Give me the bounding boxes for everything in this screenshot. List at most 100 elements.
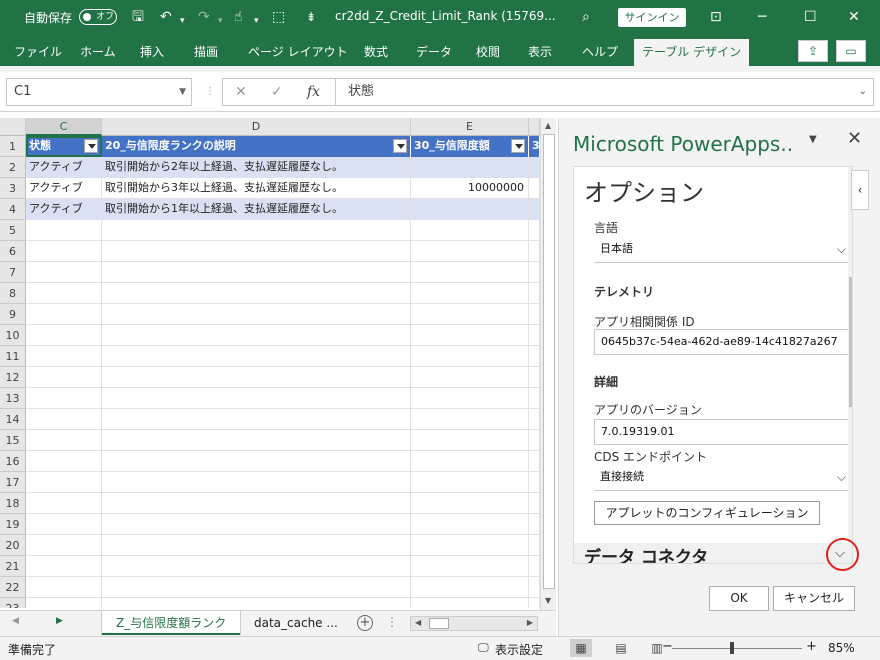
empty-cell[interactable] [102,535,411,556]
empty-cell[interactable] [411,493,529,514]
applet-config-button[interactable]: アプレットのコンフィギュレーション [594,501,820,525]
empty-cell[interactable] [411,535,529,556]
table-cell[interactable] [529,199,540,220]
empty-cell[interactable] [411,220,529,241]
touch-mode-icon[interactable]: ☝ [234,8,243,26]
row-header[interactable]: 21 [0,556,26,577]
empty-cell[interactable] [411,430,529,451]
ribbon-display-icon[interactable]: ⊡ [710,8,722,26]
empty-cell[interactable] [102,283,411,304]
table-cell[interactable]: アクティブ [26,178,102,199]
correlation-id-field[interactable]: 0645b37c-54ea-462d-ae89-14c41827a267 [594,329,852,355]
empty-cell[interactable] [102,556,411,577]
name-box-dropdown-icon[interactable]: ▼ [179,79,186,105]
cancel-entry-icon[interactable]: ✕ [235,84,247,100]
empty-cell[interactable] [26,283,102,304]
empty-cell[interactable] [26,220,102,241]
options-scrollbar[interactable]: ⌃ ⌄ [848,167,852,563]
confirm-entry-icon[interactable]: ✓ [271,84,283,100]
empty-cell[interactable] [26,388,102,409]
empty-cell[interactable] [102,472,411,493]
prev-sheet-icon[interactable]: ◀ [12,616,19,626]
display-settings-icon[interactable]: 🖵 [478,641,489,655]
table-header-cell[interactable]: 3 [529,136,540,157]
cds-endpoint-select[interactable]: 直接接続 ⌵ [594,465,852,491]
display-settings[interactable]: 表示設定 [495,641,543,658]
undo-icon[interactable]: ↶ [160,8,172,26]
table-cell[interactable] [529,178,540,199]
empty-cell[interactable] [26,577,102,598]
row-header[interactable]: 17 [0,472,26,493]
empty-cell[interactable] [26,430,102,451]
row-header[interactable]: 6 [0,241,26,262]
scroll-up-icon[interactable]: ▲ [545,121,551,130]
touch-dropdown-icon[interactable]: ▾ [254,12,259,30]
tab-file[interactable]: ファイル [14,43,62,60]
zoom-out-icon[interactable]: − [662,639,673,654]
table-cell[interactable]: 取引開始から3年以上経過、支払遅延履歴なし。 [102,178,411,199]
row-header[interactable]: 15 [0,430,26,451]
empty-cell[interactable] [411,388,529,409]
empty-cell[interactable] [26,556,102,577]
empty-cell[interactable] [529,241,540,262]
empty-cell[interactable] [26,346,102,367]
scroll-left-icon[interactable]: ◀ [415,618,421,627]
maximize-icon[interactable]: ☐ [804,8,817,26]
tab-draw[interactable]: 描画 [194,43,218,60]
empty-cell[interactable] [102,388,411,409]
empty-cell[interactable] [102,451,411,472]
row-header[interactable]: 2 [0,157,26,178]
empty-cell[interactable] [26,451,102,472]
tab-home[interactable]: ホーム [80,43,116,60]
zoom-slider[interactable] [672,648,802,649]
select-all-corner[interactable] [0,118,26,136]
empty-cell[interactable] [529,535,540,556]
table-cell[interactable]: アクティブ [26,157,102,178]
empty-cell[interactable] [411,472,529,493]
row-header[interactable]: 16 [0,451,26,472]
normal-view-icon[interactable]: ▦ [570,639,592,657]
add-sheet-icon[interactable]: + [357,615,373,631]
empty-cell[interactable] [411,409,529,430]
next-sheet-icon[interactable]: ▶ [56,616,63,626]
empty-cell[interactable] [411,514,529,535]
sheet-tab-active[interactable]: Z_与信限度額ランク [102,611,241,635]
empty-cell[interactable] [26,535,102,556]
insert-function-icon[interactable]: fx [307,84,320,100]
tab-insert[interactable]: 挿入 [140,43,164,60]
zoom-slider-thumb[interactable] [730,642,734,654]
table-cell[interactable]: アクティブ [26,199,102,220]
options-scroll-thumb[interactable] [849,277,852,407]
ok-button[interactable]: OK [709,586,769,611]
row-header[interactable]: 18 [0,493,26,514]
h-scroll-thumb[interactable] [429,618,449,629]
table-cell[interactable] [411,157,529,178]
empty-cell[interactable] [26,241,102,262]
table-cell[interactable]: 10000000 [411,178,529,199]
empty-cell[interactable] [26,367,102,388]
signin-button[interactable]: サインイン [618,8,686,27]
collapse-pane-icon[interactable]: ‹ [851,170,869,210]
empty-cell[interactable] [411,367,529,388]
tab-table-design[interactable]: テーブル デザイン [634,39,750,66]
empty-cell[interactable] [411,556,529,577]
filter-dropdown-icon[interactable] [393,139,407,153]
sheet-tab-data-cache[interactable]: data_cache ... [240,611,352,635]
expand-formula-icon[interactable]: ⌄ [859,79,867,105]
row-header[interactable]: 19 [0,514,26,535]
select-icon[interactable]: ⬚ [272,8,285,26]
empty-cell[interactable] [529,220,540,241]
row-header[interactable]: 8 [0,283,26,304]
row-header[interactable]: 14 [0,409,26,430]
empty-cell[interactable] [102,346,411,367]
empty-cell[interactable] [411,346,529,367]
empty-cell[interactable] [411,304,529,325]
column-header-d[interactable]: D [102,118,411,136]
pane-close-icon[interactable]: ✕ [847,128,862,149]
empty-cell[interactable] [102,577,411,598]
tab-help[interactable]: ヘルプ [582,43,618,60]
empty-cell[interactable] [26,304,102,325]
empty-cell[interactable] [102,220,411,241]
empty-cell[interactable] [529,451,540,472]
empty-cell[interactable] [102,367,411,388]
